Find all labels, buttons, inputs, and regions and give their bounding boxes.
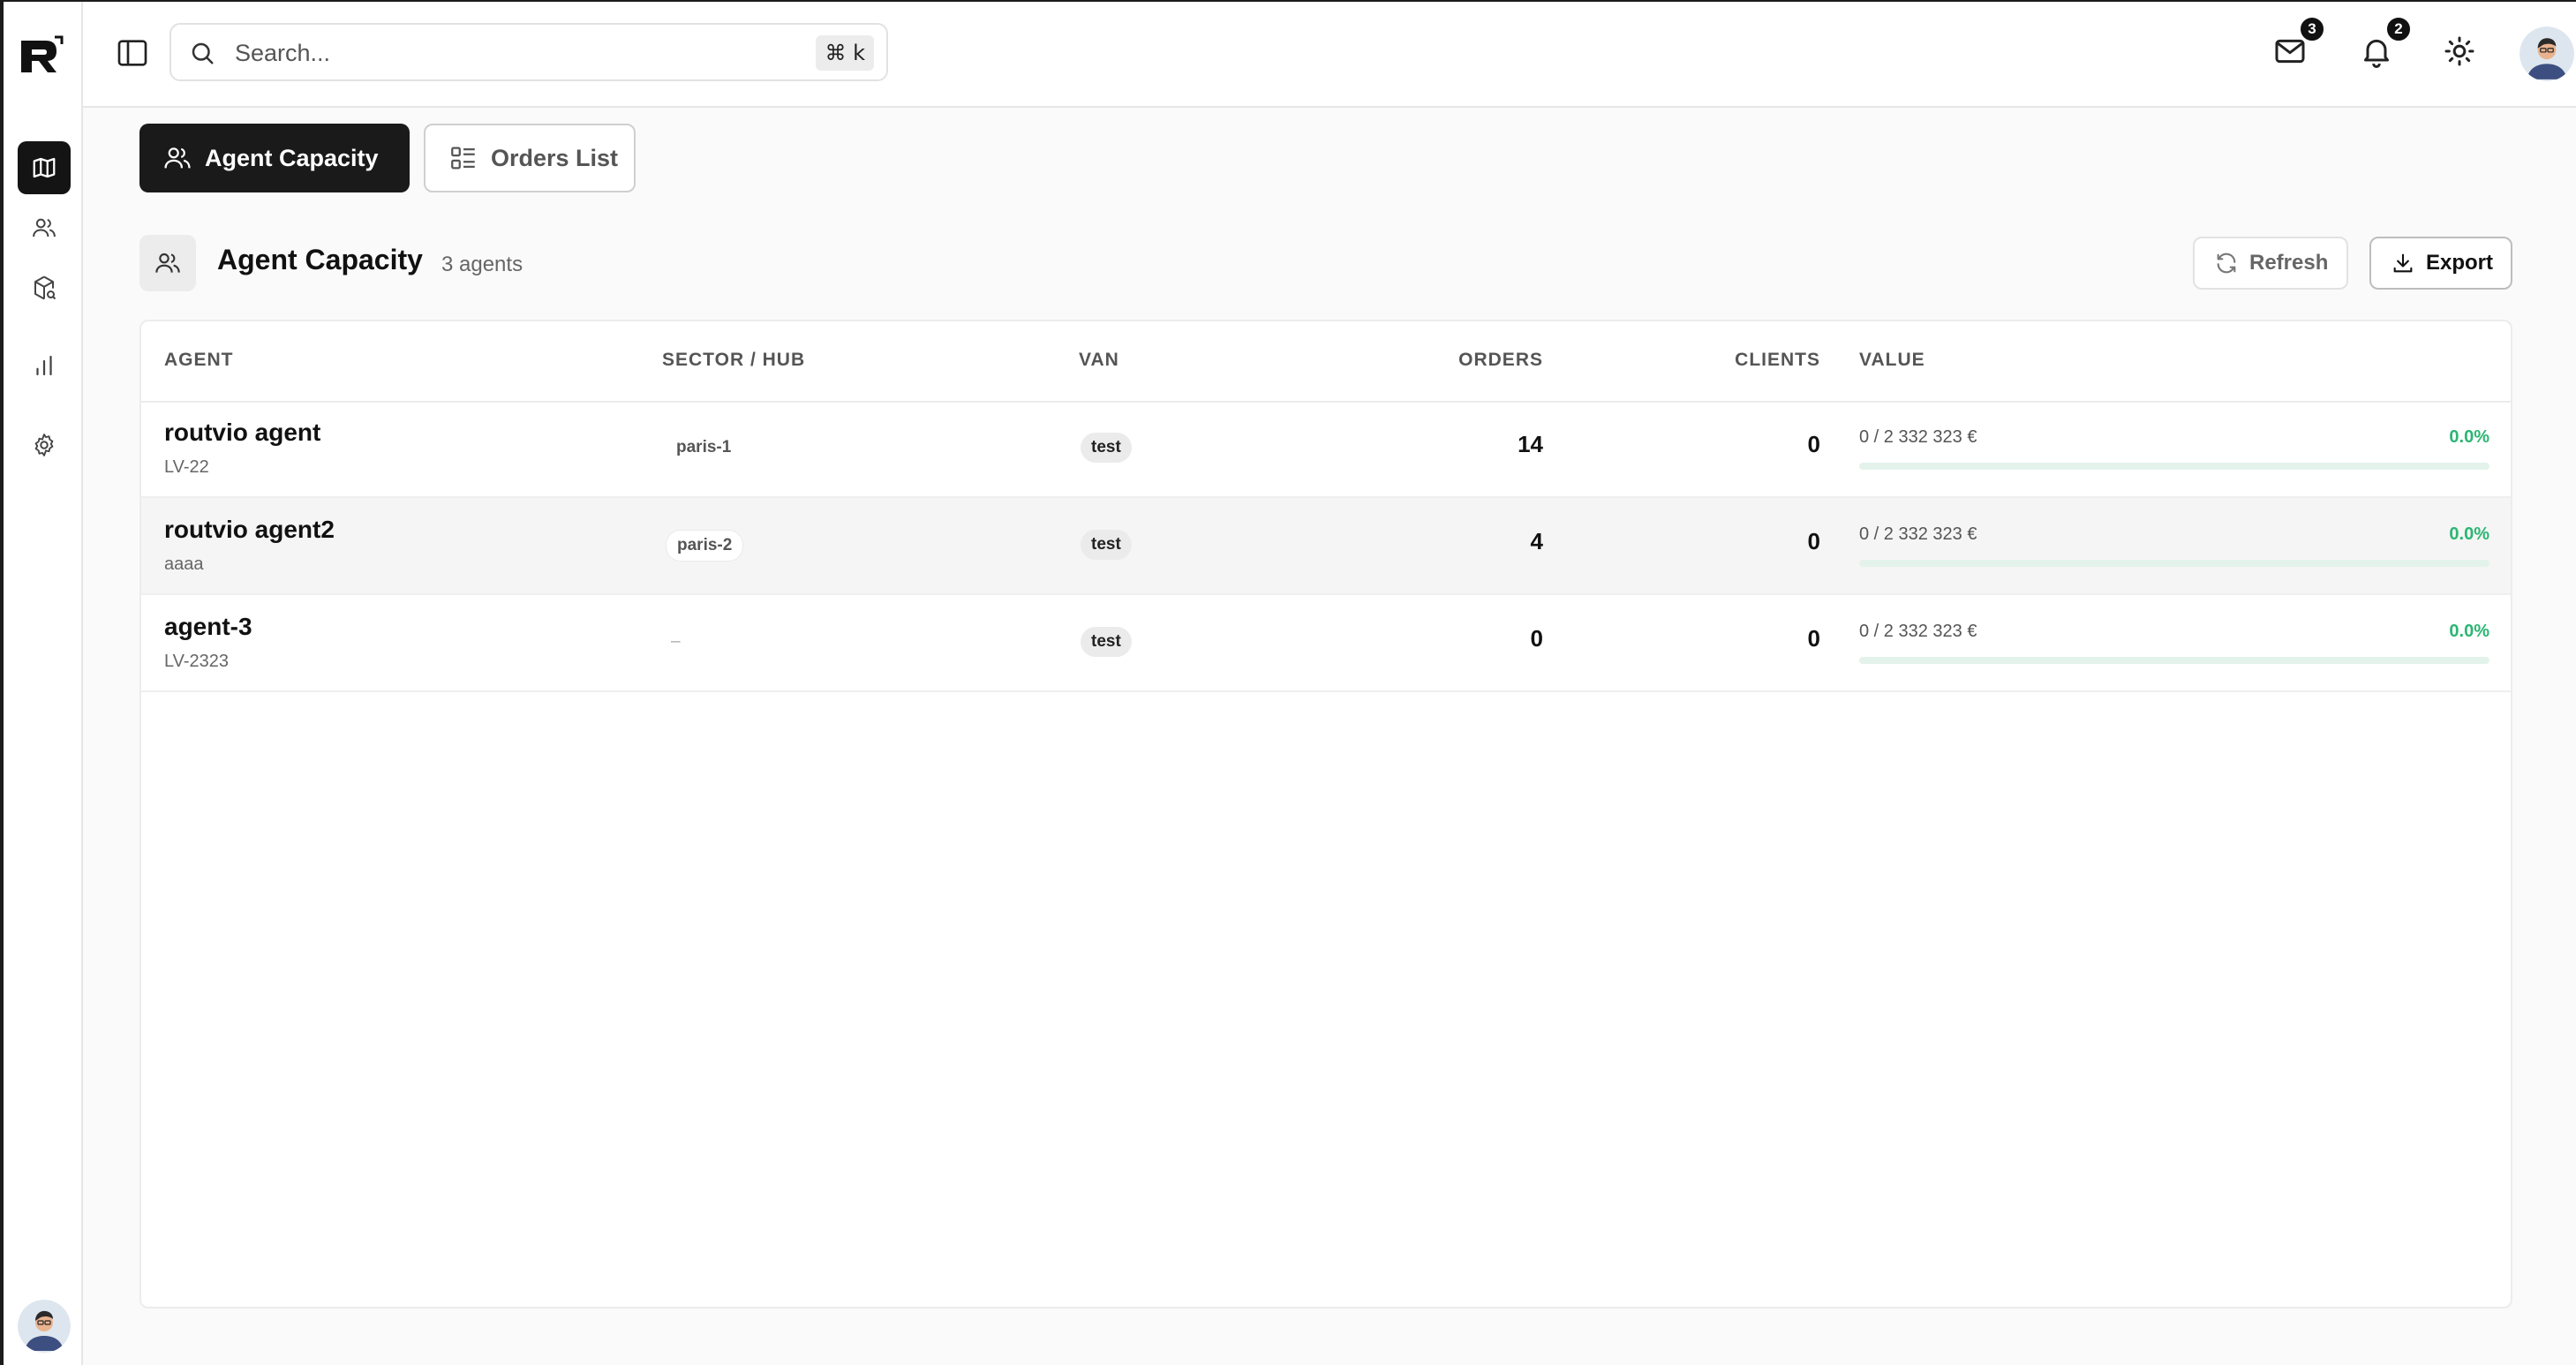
bar-chart-icon: [36, 355, 52, 376]
van-badge: test: [1081, 530, 1132, 560]
van-badge: test: [1081, 627, 1132, 657]
mail-button[interactable]: 3: [2272, 16, 2325, 72]
sun-icon: [2444, 36, 2474, 66]
tab-agent-capacity[interactable]: Agent Capacity: [139, 124, 410, 192]
hub-tag: paris-2: [666, 530, 744, 562]
orders-count: 14: [1518, 431, 1543, 457]
package-search-icon: [34, 275, 56, 300]
notification-count-badge: 2: [2385, 16, 2412, 42]
theme-toggle-button[interactable]: [2442, 34, 2481, 72]
download-icon: [2393, 253, 2413, 273]
search-input[interactable]: [233, 32, 766, 74]
clients-count: 0: [1807, 431, 1820, 457]
agent-code: LV-22: [164, 457, 209, 477]
column-header-agent[interactable]: AGENT: [164, 350, 234, 371]
mail-count-badge: 3: [2299, 16, 2325, 42]
user-avatar[interactable]: [2520, 26, 2574, 81]
search-shortcut-hint: ⌘ k: [816, 35, 874, 71]
users-icon: [155, 253, 180, 273]
tab-label: Agent Capacity: [205, 144, 379, 171]
value-amount: 0 / 2 332 323 €: [1859, 427, 1977, 447]
agent-name: agent-3: [164, 613, 252, 640]
panel-left-icon: [117, 40, 147, 66]
map-icon: [33, 157, 56, 178]
capacity-progress-bar: [1859, 463, 2489, 470]
hub-empty: –: [671, 632, 681, 651]
list-icon: [451, 147, 475, 170]
section-title: Agent Capacity: [217, 244, 423, 275]
notifications-button[interactable]: 2: [2359, 16, 2412, 72]
toggle-sidebar-button[interactable]: [115, 35, 150, 71]
refresh-icon: [2217, 253, 2236, 274]
value-percent: 0.0%: [2449, 427, 2489, 447]
column-header-sector[interactable]: SECTOR / HUB: [662, 350, 805, 371]
sidebar-item-packages[interactable]: [18, 261, 71, 314]
section-icon: [139, 235, 196, 291]
table-row[interactable]: routvio agent2 aaaa paris-2 test 4 0 0 /…: [141, 498, 2511, 595]
column-header-orders[interactable]: ORDERS: [1458, 350, 1543, 371]
search-bar[interactable]: ⌘ k: [169, 23, 888, 81]
user-avatar-sidebar[interactable]: [18, 1300, 71, 1353]
column-header-clients[interactable]: CLIENTS: [1735, 350, 1820, 371]
agent-name: routvio agent2: [164, 516, 335, 543]
sidebar-item-settings[interactable]: [18, 419, 71, 471]
value-percent: 0.0%: [2449, 622, 2489, 641]
agent-name: routvio agent: [164, 419, 321, 446]
value-amount: 0 / 2 332 323 €: [1859, 524, 1977, 544]
search-icon: [192, 42, 214, 64]
export-label: Export: [2426, 251, 2494, 275]
clients-count: 0: [1807, 625, 1820, 652]
export-button[interactable]: Export: [2369, 237, 2512, 290]
sidebar: [4, 2, 83, 1365]
sidebar-item-map[interactable]: [18, 141, 71, 194]
van-badge: test: [1081, 433, 1132, 463]
column-header-value[interactable]: VALUE: [1859, 350, 1925, 371]
agent-capacity-table: AGENT SECTOR / HUB VAN ORDERS CLIENTS VA…: [139, 320, 2512, 1308]
table-row[interactable]: agent-3 LV-2323 – test 0 0 0 / 2 332 323…: [141, 595, 2511, 692]
agent-code: aaaa: [164, 554, 204, 574]
gear-icon: [34, 434, 54, 456]
sidebar-item-analytics[interactable]: [18, 339, 71, 392]
orders-count: 4: [1530, 528, 1543, 554]
value-amount: 0 / 2 332 323 €: [1859, 622, 1977, 641]
clients-count: 0: [1807, 528, 1820, 554]
hub-tag: paris-1: [676, 438, 732, 456]
app-logo[interactable]: [16, 34, 65, 78]
agent-code: LV-2323: [164, 652, 230, 671]
table-row[interactable]: routvio agent LV-22 paris-1 test 14 0 0 …: [141, 401, 2511, 498]
orders-count: 0: [1530, 625, 1543, 652]
capacity-progress-bar: [1859, 560, 2489, 567]
column-header-van[interactable]: VAN: [1079, 350, 1119, 371]
table-header: AGENT SECTOR / HUB VAN ORDERS CLIENTS VA…: [141, 321, 2511, 403]
agent-count: 3 agents: [441, 253, 523, 276]
value-percent: 0.0%: [2449, 524, 2489, 544]
sidebar-item-users[interactable]: [18, 201, 71, 254]
top-header: ⌘ k 3 2: [83, 2, 2576, 108]
users-icon: [164, 147, 191, 169]
refresh-label: Refresh: [2249, 251, 2329, 275]
refresh-button[interactable]: Refresh: [2193, 237, 2348, 290]
users-icon: [33, 218, 56, 238]
capacity-progress-bar: [1859, 657, 2489, 664]
tab-label: Orders List: [491, 144, 619, 171]
tab-orders-list[interactable]: Orders List: [424, 124, 636, 192]
